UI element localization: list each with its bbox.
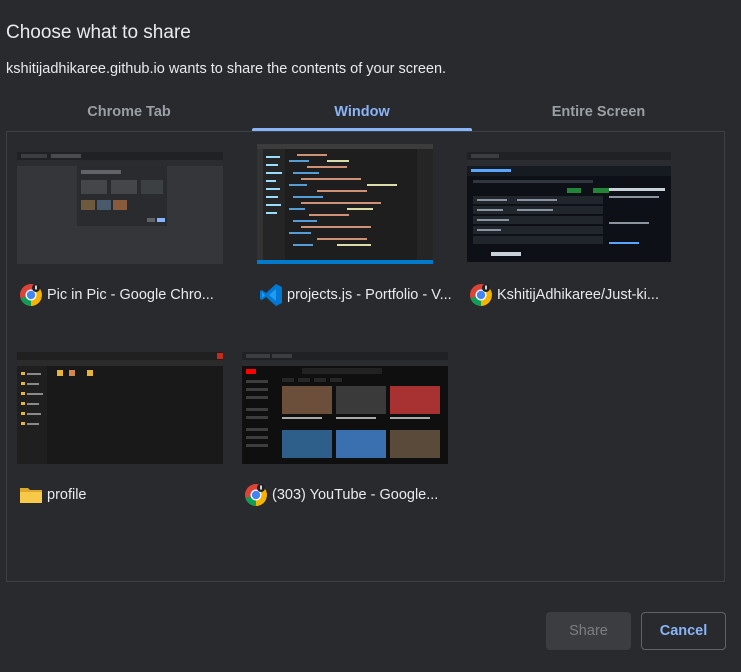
tab-window[interactable]: Window — [252, 98, 472, 131]
chrome-icon — [19, 283, 43, 307]
window-thumbnail — [17, 152, 223, 264]
window-thumbnail — [257, 144, 433, 264]
tab-window-label: Window — [334, 104, 390, 120]
window-thumbnail — [242, 352, 448, 464]
chrome-icon — [469, 283, 493, 307]
window-title: profile — [47, 487, 87, 503]
vscode-icon — [259, 283, 283, 307]
tab-entire-screen[interactable]: Entire Screen — [472, 98, 725, 131]
window-item-youtube[interactable]: (303) YouTube - Google... — [242, 352, 452, 512]
window-label: (303) YouTube - Google... — [244, 482, 449, 508]
window-title: projects.js - Portfolio - V... — [287, 287, 452, 303]
source-tabs: Chrome Tab Window Entire Screen — [6, 98, 725, 131]
window-title: KshitijAdhikaree/Just-ki... — [497, 287, 659, 303]
window-item-vscode[interactable]: projects.js - Portfolio - V... — [257, 144, 467, 306]
window-title: Pic in Pic - Google Chro... — [47, 287, 214, 303]
window-item-profile[interactable]: profile — [17, 352, 227, 512]
window-label: profile — [19, 482, 224, 508]
cancel-button[interactable]: Cancel — [641, 612, 726, 650]
tab-chrome-tab-label: Chrome Tab — [87, 104, 171, 120]
folder-icon — [19, 483, 43, 507]
dialog-title: Choose what to share — [6, 22, 191, 43]
window-thumbnail — [17, 352, 223, 464]
window-label: projects.js - Portfolio - V... — [259, 282, 464, 308]
window-title: (303) YouTube - Google... — [272, 487, 439, 503]
tab-chrome-tab[interactable]: Chrome Tab — [6, 98, 252, 131]
share-button[interactable]: Share — [546, 612, 631, 650]
chrome-icon — [244, 483, 268, 507]
window-item-pic-in-pic[interactable]: Pic in Pic - Google Chro... — [17, 152, 227, 312]
dialog-subtitle: kshitijadhikaree.github.io wants to shar… — [6, 61, 447, 77]
window-list: Pic in Pic - Google Chro... projects.js … — [6, 131, 725, 582]
window-label: KshitijAdhikaree/Just-ki... — [469, 282, 674, 308]
window-thumbnail — [467, 152, 671, 262]
window-label: Pic in Pic - Google Chro... — [19, 282, 224, 308]
window-item-github[interactable]: KshitijAdhikaree/Just-ki... — [467, 152, 677, 312]
tab-entire-screen-label: Entire Screen — [551, 104, 646, 120]
